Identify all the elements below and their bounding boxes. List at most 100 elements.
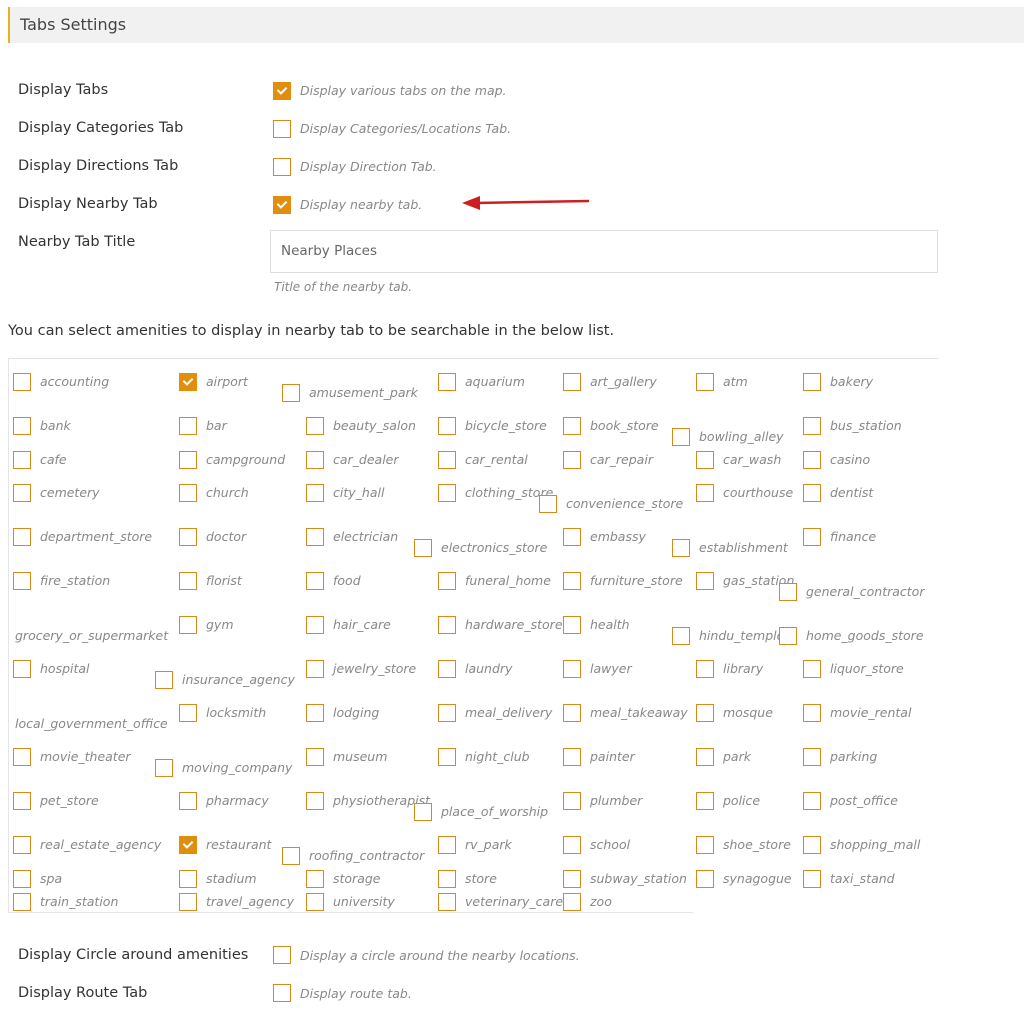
amenity-checkbox[interactable] bbox=[13, 451, 31, 469]
amenity-checkbox[interactable] bbox=[563, 572, 581, 590]
amenity-checkbox[interactable] bbox=[13, 748, 31, 766]
amenity-checkbox[interactable] bbox=[438, 484, 456, 502]
amenity-checkbox[interactable] bbox=[13, 417, 31, 435]
amenity-checkbox[interactable] bbox=[179, 836, 197, 854]
amenity-checkbox[interactable] bbox=[13, 484, 31, 502]
amenity-checkbox[interactable] bbox=[696, 870, 714, 888]
amenity-checkbox[interactable] bbox=[696, 704, 714, 722]
amenity-checkbox[interactable] bbox=[306, 484, 324, 502]
amenity-checkbox[interactable] bbox=[179, 870, 197, 888]
directions-tab-checkbox[interactable] bbox=[273, 158, 291, 176]
amenity-checkbox[interactable] bbox=[803, 870, 821, 888]
amenity-checkbox[interactable] bbox=[306, 660, 324, 678]
amenity-checkbox[interactable] bbox=[306, 572, 324, 590]
amenity-checkbox[interactable] bbox=[179, 528, 197, 546]
amenity-checkbox[interactable] bbox=[438, 451, 456, 469]
amenity-checkbox[interactable] bbox=[563, 417, 581, 435]
amenity-checkbox[interactable] bbox=[696, 792, 714, 810]
amenity-checkbox[interactable] bbox=[779, 583, 797, 601]
amenity-checkbox[interactable] bbox=[438, 660, 456, 678]
amenity-checkbox[interactable] bbox=[803, 704, 821, 722]
amenity-checkbox[interactable] bbox=[438, 417, 456, 435]
amenity-checkbox[interactable] bbox=[438, 572, 456, 590]
amenity-checkbox[interactable] bbox=[563, 792, 581, 810]
amenity-checkbox[interactable] bbox=[803, 451, 821, 469]
amenity-checkbox[interactable] bbox=[803, 660, 821, 678]
amenity-checkbox[interactable] bbox=[306, 417, 324, 435]
amenity-checkbox[interactable] bbox=[155, 671, 173, 689]
amenity-checkbox[interactable] bbox=[414, 803, 432, 821]
amenity-checkbox[interactable] bbox=[179, 572, 197, 590]
amenity-checkbox[interactable] bbox=[563, 616, 581, 634]
amenity-checkbox[interactable] bbox=[179, 417, 197, 435]
amenity-checkbox[interactable] bbox=[13, 893, 31, 911]
amenity-checkbox[interactable] bbox=[438, 373, 456, 391]
amenity-checkbox[interactable] bbox=[672, 539, 690, 557]
amenity-checkbox[interactable] bbox=[179, 373, 197, 391]
amenity-checkbox[interactable] bbox=[563, 870, 581, 888]
amenity-checkbox[interactable] bbox=[179, 893, 197, 911]
amenity-checkbox[interactable] bbox=[672, 627, 690, 645]
amenity-checkbox[interactable] bbox=[563, 373, 581, 391]
nearby-tab-checkbox[interactable] bbox=[273, 196, 291, 214]
amenity-checkbox[interactable] bbox=[179, 451, 197, 469]
amenity-checkbox[interactable] bbox=[282, 384, 300, 402]
amenity-checkbox[interactable] bbox=[13, 792, 31, 810]
amenity-checkbox[interactable] bbox=[438, 704, 456, 722]
amenity-checkbox[interactable] bbox=[539, 495, 557, 513]
amenity-checkbox[interactable] bbox=[306, 528, 324, 546]
nearby-tab-title-field[interactable] bbox=[270, 230, 938, 273]
amenity-checkbox[interactable] bbox=[306, 616, 324, 634]
amenity-checkbox[interactable] bbox=[696, 748, 714, 766]
amenity-checkbox[interactable] bbox=[306, 870, 324, 888]
amenity-checkbox[interactable] bbox=[563, 528, 581, 546]
amenity-checkbox[interactable] bbox=[563, 660, 581, 678]
amenity-checkbox[interactable] bbox=[563, 704, 581, 722]
amenity-checkbox[interactable] bbox=[438, 836, 456, 854]
amenity-checkbox[interactable] bbox=[438, 870, 456, 888]
amenity-checkbox[interactable] bbox=[179, 704, 197, 722]
amenity-checkbox[interactable] bbox=[179, 484, 197, 502]
amenity-checkbox[interactable] bbox=[306, 893, 324, 911]
amenity-checkbox[interactable] bbox=[803, 748, 821, 766]
amenity-checkbox[interactable] bbox=[803, 373, 821, 391]
amenity-checkbox[interactable] bbox=[179, 792, 197, 810]
amenity-checkbox[interactable] bbox=[803, 792, 821, 810]
amenity-checkbox[interactable] bbox=[306, 704, 324, 722]
amenity-checkbox[interactable] bbox=[306, 748, 324, 766]
amenity-checkbox[interactable] bbox=[438, 748, 456, 766]
amenity-checkbox[interactable] bbox=[438, 616, 456, 634]
amenity-checkbox[interactable] bbox=[696, 572, 714, 590]
nearby-tab-title-input[interactable] bbox=[281, 243, 921, 259]
amenity-checkbox[interactable] bbox=[696, 836, 714, 854]
amenity-checkbox[interactable] bbox=[13, 572, 31, 590]
amenity-checkbox[interactable] bbox=[803, 836, 821, 854]
amenity-checkbox[interactable] bbox=[282, 847, 300, 865]
amenity-checkbox[interactable] bbox=[803, 417, 821, 435]
amenity-checkbox[interactable] bbox=[696, 484, 714, 502]
amenity-checkbox[interactable] bbox=[13, 870, 31, 888]
amenity-checkbox[interactable] bbox=[179, 616, 197, 634]
amenity-checkbox[interactable] bbox=[672, 428, 690, 446]
amenity-checkbox[interactable] bbox=[696, 451, 714, 469]
amenity-checkbox[interactable] bbox=[563, 748, 581, 766]
amenity-checkbox[interactable] bbox=[13, 836, 31, 854]
amenity-checkbox[interactable] bbox=[438, 893, 456, 911]
amenity-checkbox[interactable] bbox=[563, 836, 581, 854]
circle-amenities-checkbox[interactable] bbox=[273, 946, 291, 964]
amenity-checkbox[interactable] bbox=[563, 893, 581, 911]
amenity-checkbox[interactable] bbox=[13, 373, 31, 391]
amenity-checkbox[interactable] bbox=[13, 660, 31, 678]
display-tabs-checkbox[interactable] bbox=[273, 82, 291, 100]
amenity-checkbox[interactable] bbox=[306, 451, 324, 469]
amenity-checkbox[interactable] bbox=[696, 660, 714, 678]
amenity-checkbox[interactable] bbox=[803, 484, 821, 502]
amenity-checkbox[interactable] bbox=[306, 792, 324, 810]
categories-tab-checkbox[interactable] bbox=[273, 120, 291, 138]
amenity-checkbox[interactable] bbox=[155, 759, 173, 777]
amenity-checkbox[interactable] bbox=[414, 539, 432, 557]
route-tab-checkbox[interactable] bbox=[273, 984, 291, 1002]
amenity-checkbox[interactable] bbox=[696, 373, 714, 391]
amenity-checkbox[interactable] bbox=[563, 451, 581, 469]
amenity-checkbox[interactable] bbox=[803, 528, 821, 546]
